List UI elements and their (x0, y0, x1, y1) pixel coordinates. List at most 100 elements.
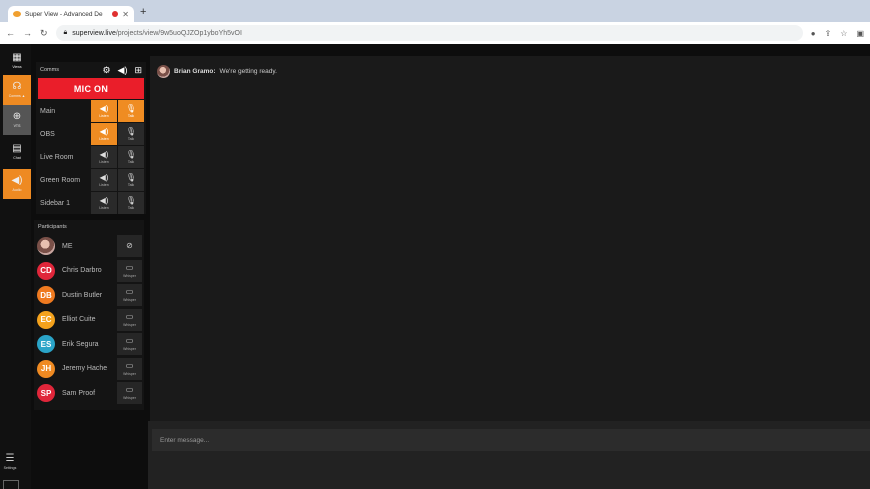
channel-row-green-room: Green Room ◀) Listen 🎙︎ Talk (36, 169, 146, 191)
browser-toolbar: ← → ↻ 🔒︎ superview.live/projects/view/9w… (0, 22, 870, 44)
participant-name: ME (62, 242, 73, 250)
reload-icon[interactable]: ↻ (40, 28, 48, 39)
speaker-icon: ◀) (99, 103, 109, 113)
rail-item-audio[interactable]: ◀) Audio (3, 169, 31, 199)
avatar: DB (37, 286, 55, 305)
bookmark-star-icon[interactable]: ☆ (840, 29, 847, 38)
participant-name: Dustin Butler (62, 291, 103, 299)
whisper-button[interactable]: ▭ Whisper (117, 382, 142, 404)
comms-header: Comms ⚙ ◀) ⊞ (36, 62, 146, 78)
listen-toggle[interactable]: ◀) Listen (91, 169, 117, 191)
mic-on-button[interactable]: MIC ON (38, 78, 144, 99)
hide-self-button[interactable]: ⊘ (117, 235, 142, 257)
share-icon[interactable]: ⇪ (825, 29, 832, 38)
sliders-icon: ☰ (5, 452, 15, 464)
participant-name: Chris Darbro (62, 267, 102, 275)
whisper-button[interactable]: ▭ Whisper (117, 357, 142, 380)
talk-toggle[interactable]: 🎙︎ Talk (118, 123, 144, 145)
views-icon: ▦ (12, 52, 22, 63)
microphone-icon: 🎙︎ (125, 103, 137, 113)
bottom-rail-button[interactable] (3, 480, 19, 489)
avatar (157, 65, 170, 78)
browser-chrome: Super View - Advanced De ✕ + ← → ↻ 🔒︎ su… (0, 0, 870, 44)
message-icon: ▭ (125, 311, 134, 321)
microphone-icon: 🎙︎ (125, 195, 137, 205)
comms-title: Comms (40, 67, 59, 73)
channel-row-obs: OBS ◀) Listen 🎙︎ Talk (36, 123, 146, 145)
rail-item-label: Views (12, 65, 22, 69)
listen-toggle[interactable]: ◀) Listen (91, 192, 117, 214)
settings-button[interactable]: ☰ Settings (0, 446, 20, 476)
rail-item-chat[interactable]: ▤ Chat (3, 137, 31, 167)
new-tab-button[interactable]: + (140, 6, 146, 18)
talk-toggle[interactable]: 🎙︎ Talk (118, 169, 144, 191)
mic-icon[interactable]: ● (811, 29, 816, 38)
chat-panel: Brian Gramo: We're getting ready. (150, 56, 870, 421)
speaker-icon: ◀) (99, 149, 109, 159)
volume-icon[interactable]: ◀) (118, 65, 128, 76)
rail-item-vts[interactable]: ⊕ VTS (3, 105, 31, 135)
listen-toggle[interactable]: ◀) Listen (91, 146, 117, 168)
speaker-icon: ◀) (99, 126, 109, 136)
tab-title: Super View - Advanced De (25, 10, 103, 18)
headset-icon: ☊ (12, 81, 22, 92)
avatar: CD (37, 261, 55, 280)
message-icon: ▭ (125, 385, 134, 394)
comms-panel: Comms ⚙ ◀) ⊞ MIC ON Main ◀) Listen 🎙︎ Talk… (36, 62, 146, 214)
channel-name: Sidebar 1 (40, 199, 70, 207)
rail-item-views[interactable]: ▦ Views (3, 46, 31, 76)
message-input[interactable]: Enter message... (152, 429, 870, 451)
talk-toggle[interactable]: 🎙︎ Talk (118, 100, 144, 122)
left-rail: ▦ Views ☊ Comms ▲ ⊕ VTS ▤ Chat ◀) Audio (0, 44, 31, 489)
chat-input-area: Enter message... (148, 421, 870, 489)
listen-toggle[interactable]: ◀) Listen (91, 100, 117, 122)
participant-row: EC Elliot Cuite ▭ Whisper (34, 308, 144, 333)
recording-icon (112, 11, 119, 17)
channel-name: OBS (40, 130, 55, 138)
participant-name: Elliot Cuite (62, 316, 96, 324)
participant-row: SP Sam Proof ▭ Whisper (34, 381, 144, 406)
channel-name: Green Room (40, 176, 81, 184)
whisper-button[interactable]: ▭ Whisper (117, 284, 142, 306)
avatar (37, 237, 55, 256)
participants-title: Participants (38, 224, 67, 230)
channel-row-sidebar-1: Sidebar 1 ◀) Listen 🎙︎ Talk (36, 192, 146, 214)
address-bar[interactable]: 🔒︎ superview.live/projects/view/9w5uoQJZ… (55, 25, 803, 41)
whisper-button[interactable]: ▭ Whisper (117, 333, 142, 355)
lock-icon: 🔒︎ (63, 29, 68, 36)
message-icon: ▭ (125, 336, 134, 345)
participant-row: ES Erik Segura ▭ Whisper (34, 332, 144, 357)
browser-tab[interactable]: Super View - Advanced De ✕ (8, 6, 134, 22)
back-icon[interactable]: ← (6, 28, 15, 38)
whisper-button[interactable]: ▭ Whisper (117, 308, 142, 331)
talk-toggle[interactable]: 🎙︎ Talk (118, 146, 144, 168)
participant-name: Erik Segura (62, 340, 99, 348)
whisper-button[interactable]: ▭ Whisper (117, 259, 142, 282)
add-circle-icon: ⊕ (12, 111, 22, 122)
settings-label: Settings (3, 465, 17, 470)
gear-icon[interactable]: ⚙ (102, 65, 110, 76)
participant-row: DB Dustin Butler ▭ Whisper (34, 283, 144, 308)
avatar: EC (37, 310, 55, 329)
participant-row: JH Jeremy Hache ▭ Whisper (34, 357, 144, 382)
message-icon: ▭ (125, 360, 134, 370)
favicon-icon (13, 11, 21, 17)
forward-icon[interactable]: → (23, 28, 32, 38)
talk-toggle[interactable]: 🎙︎ Talk (118, 192, 144, 214)
rail-item-comms[interactable]: ☊ Comms ▲ (3, 75, 31, 105)
microphone-icon: 🎙︎ (125, 126, 137, 136)
chat-icon: ▤ (12, 143, 22, 154)
avatar: JH (37, 359, 55, 378)
rail-item-label: Chat (13, 156, 21, 160)
channel-row-main: Main ◀) Listen 🎙︎ Talk (36, 100, 146, 122)
channel-name: Live Room (40, 153, 74, 161)
tab-strip: Super View - Advanced De ✕ + (0, 0, 870, 22)
listen-toggle[interactable]: ◀) Listen (91, 123, 117, 145)
chat-message: Brian Gramo: We're getting ready. (157, 65, 277, 78)
extension-icon[interactable]: ▣ (856, 29, 864, 38)
avatar: SP (37, 384, 55, 403)
add-channel-icon[interactable]: ⊞ (134, 65, 142, 76)
speaker-icon: ◀) (11, 175, 23, 186)
channel-row-live-room: Live Room ◀) Listen 🎙︎ Talk (36, 146, 146, 168)
tab-close-icon[interactable]: ✕ (122, 10, 129, 19)
